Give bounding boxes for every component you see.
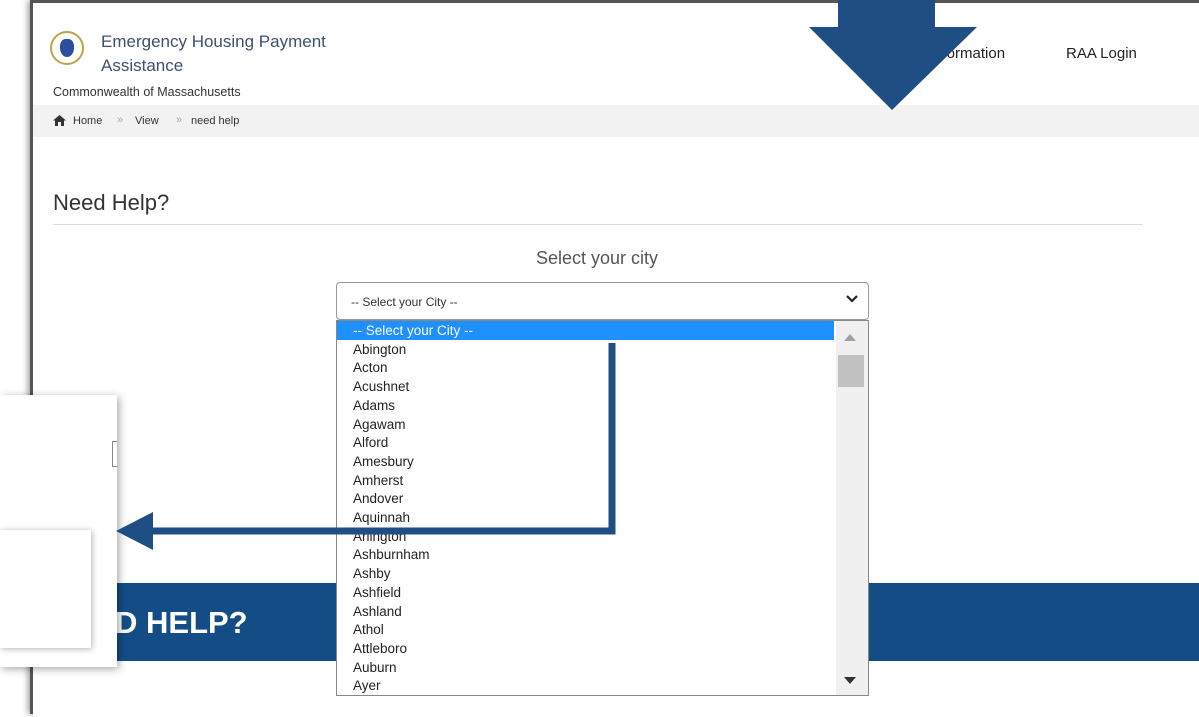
down-arrow-annotation xyxy=(809,0,977,110)
left-arrowhead xyxy=(116,512,153,550)
connector-arrow-line xyxy=(150,343,616,535)
annotation-arrows xyxy=(116,0,977,550)
